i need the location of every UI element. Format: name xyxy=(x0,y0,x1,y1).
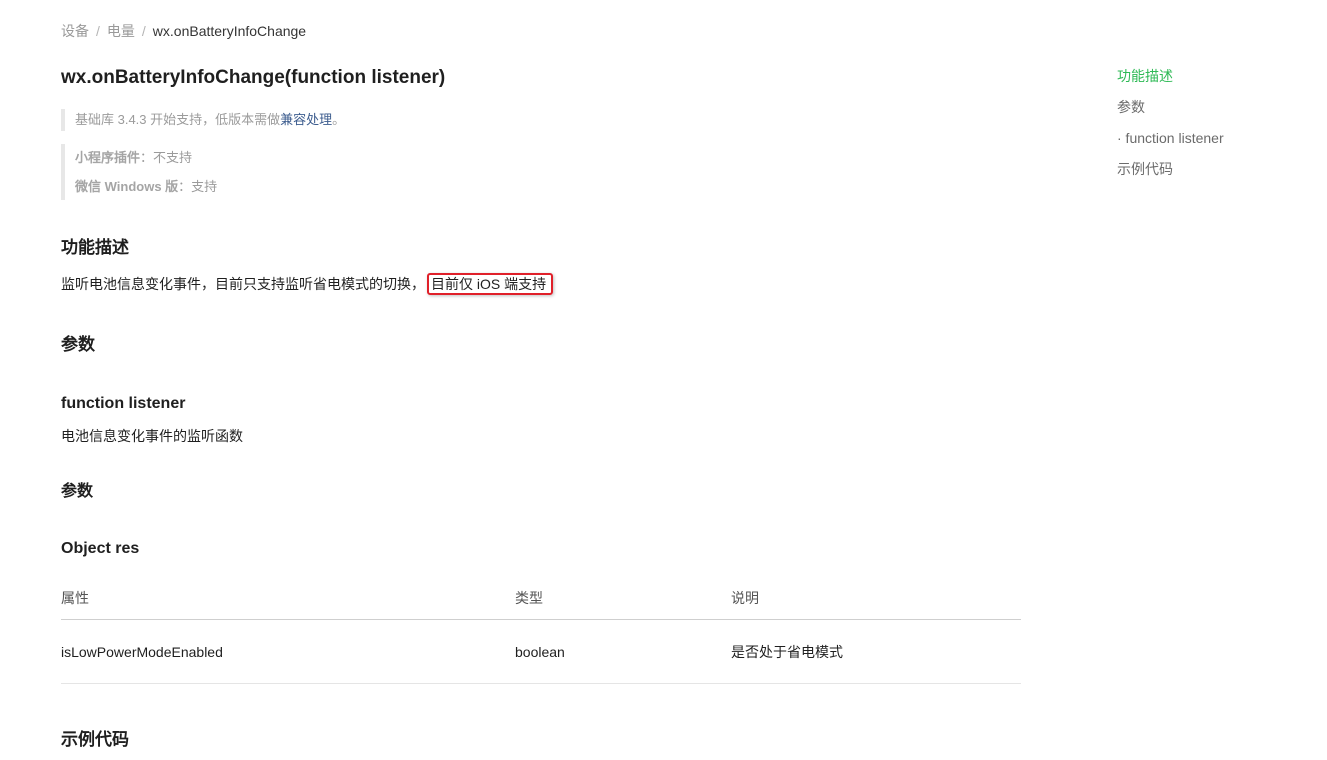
toc-item-example-code[interactable]: 示例代码 xyxy=(1117,157,1224,188)
plugin-support-label: 小程序插件 xyxy=(75,150,141,165)
toc-item-description[interactable]: 功能描述 xyxy=(1117,64,1224,95)
description-heading: 功能描述 xyxy=(61,238,129,257)
toc-item-function-listener[interactable]: · function listener xyxy=(1117,126,1224,157)
listener-heading: function listener xyxy=(61,395,186,412)
description-text: 监听电池信息变化事件，目前只支持监听省电模式的切换， xyxy=(61,276,425,292)
table-row: isLowPowerModeEnabled boolean 是否处于省电模式 xyxy=(61,619,1021,684)
cell-type: boolean xyxy=(515,619,731,684)
compat-link[interactable]: 兼容处理 xyxy=(280,112,332,127)
description-paragraph: 监听电池信息变化事件，目前只支持监听省电模式的切换， 目前仅 iOS 端支持 xyxy=(61,273,554,295)
base-library-suffix: 。 xyxy=(332,112,346,127)
cell-property: isLowPowerModeEnabled xyxy=(61,619,515,684)
platform-support-note: 小程序插件：不支持 微信 Windows 版：支持 xyxy=(61,144,217,200)
breadcrumb-item-current: wx.onBatteryInfoChange xyxy=(152,23,307,39)
column-header-description: 说明 xyxy=(731,577,1021,620)
table-of-contents: 功能描述 参数 · function listener 示例代码 xyxy=(1117,64,1224,188)
breadcrumb: 设备 / 电量 / wx.onBatteryInfoChange xyxy=(61,22,306,40)
breadcrumb-separator: / xyxy=(141,23,146,39)
listener-params-heading: 参数 xyxy=(61,483,94,500)
cell-description: 是否处于省电模式 xyxy=(731,619,1021,684)
toc-item-params[interactable]: 参数 xyxy=(1117,95,1224,126)
base-library-text: 基础库 3.4.3 开始支持，低版本需做 xyxy=(75,112,281,127)
column-header-type: 类型 xyxy=(515,577,731,620)
breadcrumb-item-device[interactable]: 设备 xyxy=(61,23,89,39)
base-library-note: 基础库 3.4.3 开始支持，低版本需做兼容处理。 xyxy=(61,109,345,131)
windows-support-value: ：支持 xyxy=(178,179,218,194)
page-title: wx.onBatteryInfoChange(function listener… xyxy=(61,67,446,88)
example-code-heading: 示例代码 xyxy=(61,730,129,749)
plugin-support-value: ：不支持 xyxy=(140,150,193,165)
breadcrumb-item-battery[interactable]: 电量 xyxy=(107,23,135,39)
plugin-support-line: 小程序插件：不支持 xyxy=(75,144,217,173)
table-header-row: 属性 类型 说明 xyxy=(61,577,1021,620)
doc-page: 设备 / 电量 / wx.onBatteryInfoChange wx.onBatter… xyxy=(0,0,1327,760)
attributes-table: 属性 类型 说明 isLowPowerModeEnabled boolean 是… xyxy=(61,577,1021,684)
listener-description: 电池信息变化事件的监听函数 xyxy=(61,428,243,444)
windows-support-line: 微信 Windows 版：支持 xyxy=(75,173,217,202)
params-heading: 参数 xyxy=(61,335,95,354)
breadcrumb-separator: / xyxy=(96,23,100,39)
ios-only-highlight: 目前仅 iOS 端支持 xyxy=(427,273,554,295)
object-res-heading: Object res xyxy=(61,540,140,557)
windows-support-label: 微信 Windows 版 xyxy=(75,179,179,194)
column-header-property: 属性 xyxy=(61,577,515,620)
